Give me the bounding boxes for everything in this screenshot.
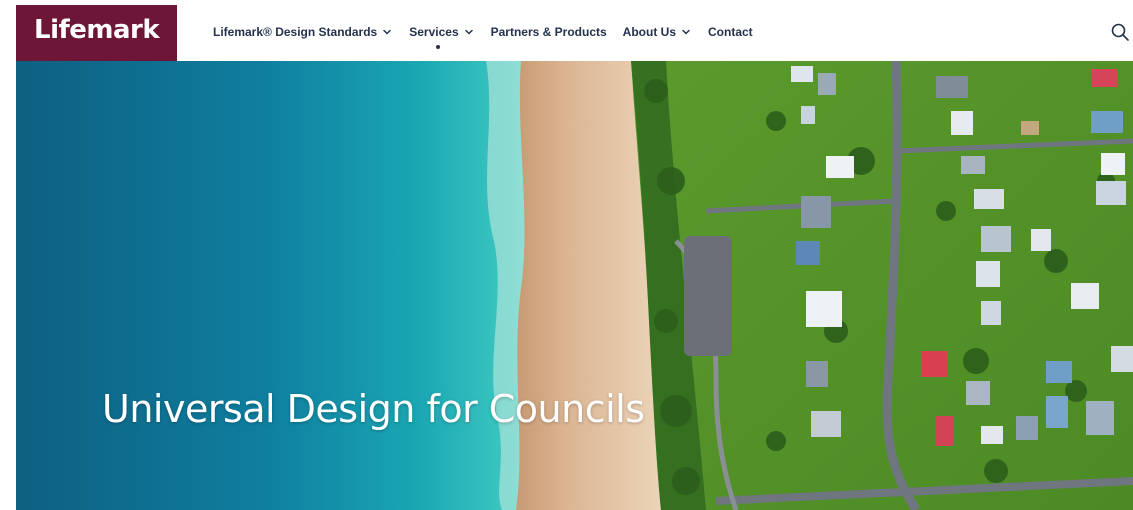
- active-indicator-dot: [435, 45, 440, 49]
- site-header: Lifemark Lifemark® Design Standards Serv…: [0, 0, 1133, 61]
- hero-aerial-image: [16, 61, 1133, 510]
- nav-item-label: Lifemark® Design Standards: [213, 25, 378, 39]
- nav-item-label: Services: [409, 25, 459, 39]
- nav-item-about-us[interactable]: About Us: [623, 22, 692, 42]
- nav-item-design-standards[interactable]: Lifemark® Design Standards: [213, 22, 393, 42]
- nav-item-label: Partners & Products: [490, 25, 607, 39]
- nav-item-services[interactable]: Services: [409, 22, 475, 49]
- nav-item-label: Contact: [708, 25, 753, 39]
- hero-banner: Universal Design for Councils: [16, 61, 1133, 510]
- lifemark-logo[interactable]: Lifemark: [16, 5, 177, 61]
- hero-title: Universal Design for Councils: [102, 387, 645, 431]
- logo-wordmark: Lifemark: [34, 15, 160, 45]
- nav-item-contact[interactable]: Contact: [708, 22, 753, 42]
- search-button[interactable]: [1110, 22, 1130, 42]
- chevron-down-icon: [463, 26, 475, 38]
- nav-item-partners-products[interactable]: Partners & Products: [491, 22, 607, 42]
- nav-item-label: About Us: [622, 25, 676, 39]
- chevron-down-icon: [680, 26, 692, 38]
- search-icon: [1110, 23, 1130, 45]
- chevron-down-icon: [381, 26, 393, 38]
- main-nav: Lifemark® Design Standards Services Part…: [213, 22, 753, 49]
